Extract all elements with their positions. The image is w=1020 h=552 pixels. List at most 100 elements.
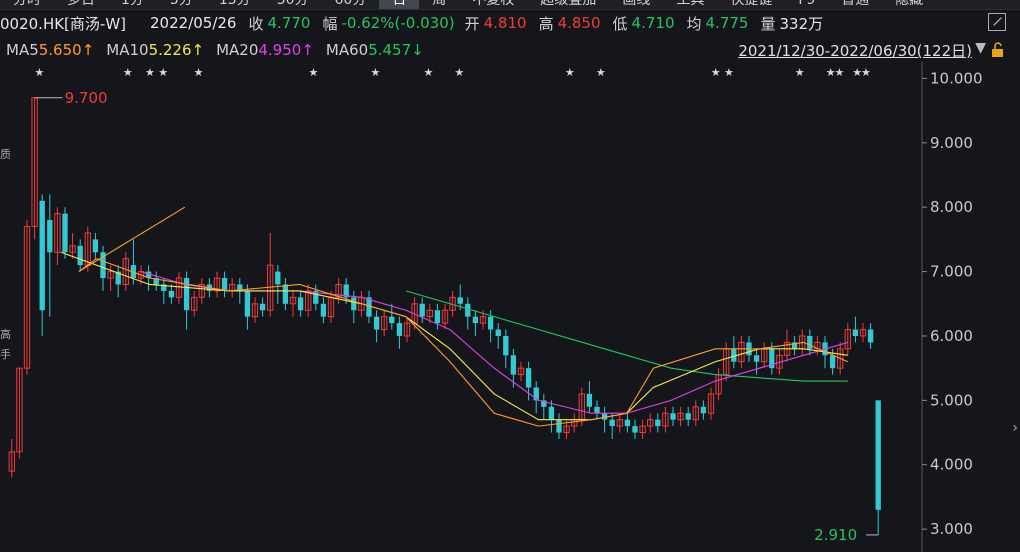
toolbar-item-14[interactable]: F9 bbox=[785, 0, 828, 9]
candle-body bbox=[753, 355, 760, 362]
candle-body bbox=[62, 213, 68, 253]
candle-body bbox=[168, 290, 175, 298]
candle-body bbox=[275, 271, 281, 285]
dropdown-triangle-icon[interactable]: ▼ bbox=[975, 40, 986, 56]
candle-body bbox=[77, 245, 83, 266]
candle-body bbox=[39, 200, 45, 311]
star-marker-icon: ★ bbox=[194, 66, 204, 79]
ma60-label: MA60 bbox=[325, 41, 369, 59]
candle-body bbox=[852, 329, 859, 336]
high-label: 高 bbox=[538, 14, 554, 33]
star-marker-icon: ★ bbox=[423, 66, 433, 79]
toolbar-item-9[interactable]: 不复权 bbox=[459, 0, 527, 9]
y-tick-label: 6.000 bbox=[930, 327, 973, 345]
toolbar-item-3[interactable]: 5分 bbox=[157, 0, 206, 9]
star-marker-icon: ★ bbox=[596, 66, 606, 79]
y-tick-label: 5.000 bbox=[930, 391, 973, 409]
candle-body bbox=[465, 303, 471, 317]
candle-body bbox=[700, 406, 707, 414]
open-label: 开 bbox=[464, 14, 480, 33]
low-label: 低 bbox=[612, 14, 628, 33]
toolbar-item-1[interactable]: 多日 bbox=[54, 0, 108, 9]
candle-body bbox=[282, 284, 289, 304]
toolbar-item-8[interactable]: 周 bbox=[419, 0, 459, 9]
candle-body bbox=[594, 406, 600, 414]
candle-body bbox=[510, 355, 517, 375]
star-marker-icon: ★ bbox=[35, 66, 45, 79]
high-value: 4.850 bbox=[557, 14, 601, 32]
toolbar-item-16[interactable]: 隐藏 bbox=[882, 0, 936, 9]
y-tick-label: 7.000 bbox=[930, 263, 973, 281]
close-value: 4.770 bbox=[267, 14, 311, 32]
candle-body bbox=[548, 406, 555, 420]
candle-body bbox=[670, 413, 676, 420]
candle-body bbox=[829, 355, 836, 369]
candle-body bbox=[487, 316, 494, 330]
star-marker-icon: ★ bbox=[123, 66, 133, 79]
stock-code[interactable]: 0020.HK[商汤-W] bbox=[0, 13, 126, 34]
star-marker-icon: ★ bbox=[724, 66, 734, 79]
candle-body bbox=[495, 329, 501, 336]
candle-body bbox=[259, 303, 266, 311]
candle-body bbox=[221, 278, 228, 291]
star-marker-icon: ★ bbox=[565, 66, 575, 79]
ma5-value: 5.650↑ bbox=[38, 41, 95, 59]
avg-value: 4.775 bbox=[705, 14, 749, 32]
star-marker-icon: ★ bbox=[454, 66, 464, 79]
star-marker-icon: ★ bbox=[835, 66, 845, 79]
candle-body bbox=[457, 297, 463, 304]
chevron-right-icon[interactable]: › bbox=[1012, 420, 1018, 436]
y-tick-label: 3.000 bbox=[930, 520, 973, 538]
star-marker-icon: ★ bbox=[158, 66, 168, 79]
candle-body bbox=[685, 413, 691, 420]
lock-icon[interactable] bbox=[990, 42, 1006, 58]
candle-body bbox=[632, 426, 638, 433]
period-toolbar: 分时 多日 1分 5分 15分 30分 60分日周不复权 超级叠加 画线 工具 快捷键 F9 普通 隐藏 bbox=[0, 0, 1020, 10]
candle-body bbox=[503, 335, 509, 356]
ma20-value: 4.950↑ bbox=[258, 41, 314, 59]
candle-body bbox=[624, 419, 631, 427]
toolbar-item-4[interactable]: 15分 bbox=[206, 0, 264, 9]
toolbar-item-10[interactable]: 超级叠加 bbox=[527, 0, 609, 9]
candle-body bbox=[373, 316, 380, 330]
expand-icon[interactable] bbox=[988, 13, 1006, 31]
candle-body bbox=[556, 419, 562, 433]
low-value: 4.710 bbox=[631, 14, 675, 32]
star-marker-icon: ★ bbox=[309, 66, 319, 79]
quote-info-row: 0020.HK[商汤-W] 2022/05/26 收 4.770 幅 -0.62… bbox=[0, 11, 1020, 35]
toolbar-item-11[interactable]: 画线 bbox=[609, 0, 663, 9]
quote-date: 2022/05/26 bbox=[150, 14, 237, 32]
toolbar-item-7[interactable]: 日 bbox=[379, 0, 420, 9]
toolbar-item-12[interactable]: 工具 bbox=[663, 0, 717, 9]
star-marker-icon: ★ bbox=[370, 66, 380, 79]
left-edge-text-1: 质 bbox=[0, 148, 11, 161]
date-range[interactable]: 2021/12/30-2022/06/30(122日) bbox=[738, 40, 972, 61]
volume-value: 332万 bbox=[779, 14, 824, 33]
candle-body bbox=[396, 323, 403, 336]
toolbar-item-0[interactable]: 分时 bbox=[0, 0, 54, 9]
candle-body bbox=[244, 290, 251, 317]
left-edge-text-2: 高 bbox=[0, 328, 11, 341]
toolbar-item-2[interactable]: 1分 bbox=[108, 0, 157, 9]
ma60-value: 5.457↓ bbox=[368, 41, 424, 59]
toolbar-item-6[interactable]: 60分 bbox=[322, 0, 380, 9]
y-tick-label: 4.000 bbox=[930, 456, 973, 474]
toolbar-item-13[interactable]: 快捷键 bbox=[717, 0, 785, 9]
y-tick-label: 9.000 bbox=[930, 134, 973, 152]
candle-body bbox=[92, 239, 99, 253]
left-edge-text-3: 手 bbox=[0, 348, 11, 361]
toolbar-item-5[interactable]: 30分 bbox=[264, 0, 322, 9]
close-label: 收 bbox=[248, 14, 264, 33]
y-tick-label: 10.000 bbox=[930, 69, 983, 87]
volume-label: 量 bbox=[760, 14, 776, 33]
candle-body bbox=[609, 419, 615, 427]
min-price-label: 2.910 bbox=[814, 526, 857, 544]
toolbar-item-15[interactable]: 普通 bbox=[828, 0, 882, 9]
ma10-value: 5.226↑ bbox=[148, 41, 205, 59]
star-marker-icon: ★ bbox=[711, 66, 721, 79]
change-label: 幅 bbox=[322, 14, 338, 33]
candlestick-chart[interactable]: 10.000 9.000 8.000 7.000 6.000 5.000 4.000 3.00… bbox=[0, 62, 1020, 552]
candle-body bbox=[807, 335, 813, 349]
open-value: 4.810 bbox=[483, 14, 527, 32]
candle-body bbox=[419, 303, 425, 317]
